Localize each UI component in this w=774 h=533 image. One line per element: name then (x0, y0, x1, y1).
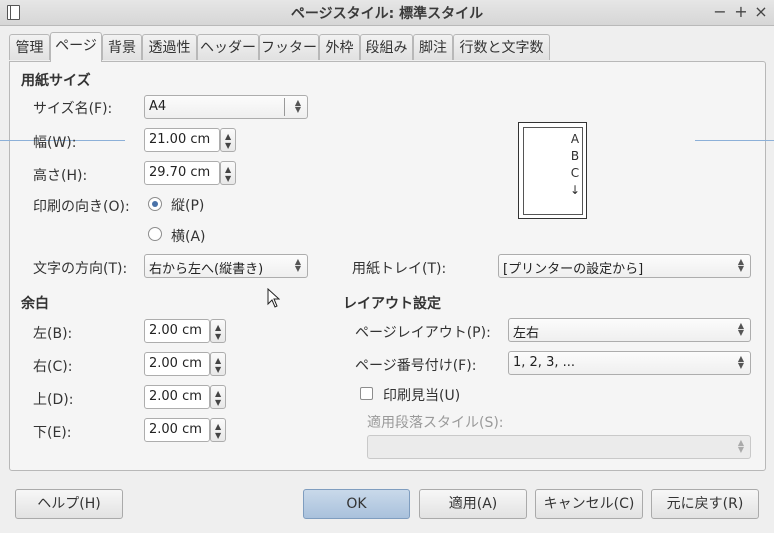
register-true-label[interactable]: 印刷見当(U) (383, 385, 460, 405)
paper-size-heading: 用紙サイズ (21, 73, 91, 89)
tab-borders[interactable]: 外枠 (319, 34, 360, 60)
height-label: 高さ(H): (33, 168, 88, 184)
ok-button[interactable]: OK (303, 489, 410, 519)
margin-left-label: 左(B): (33, 326, 73, 342)
margin-bottom-input[interactable]: 2.00 cm (144, 418, 210, 442)
margin-top-value: 2.00 cm (149, 389, 202, 404)
margin-right-stepper[interactable]: ▲ ▼ (210, 352, 226, 376)
guide-line-right (695, 140, 774, 141)
page-layout-select[interactable]: 左右 ▲ ▼ (508, 318, 751, 342)
reference-style-label: 適用段落スタイル(S): (367, 415, 504, 431)
height-stepper[interactable]: ▲ ▼ (220, 161, 236, 185)
tab-page[interactable]: ページ (50, 32, 102, 62)
reference-style-select[interactable]: ▲ ▼ (367, 435, 751, 459)
chevron-updown-icon: ▲ ▼ (294, 257, 301, 273)
orientation-label: 印刷の向き(O): (33, 199, 130, 215)
apply-button[interactable]: 適用(A) (419, 489, 527, 519)
paper-tray-label: 用紙トレイ(T): (352, 261, 447, 277)
size-name-label: サイズ名(F): (33, 101, 113, 117)
text-direction-label: 文字の方向(T): (33, 261, 128, 277)
chevron-updown-icon: ▲ ▼ (737, 321, 744, 337)
tab-footer[interactable]: フッター (259, 34, 319, 60)
mouse-pointer-icon (267, 288, 280, 308)
tab-transparency[interactable]: 透過性 (142, 34, 197, 60)
page-numbering-select[interactable]: 1, 2, 3, ... ▲ ▼ (508, 351, 751, 375)
width-label: 幅(W): (33, 135, 77, 151)
tab-text-grid[interactable]: 行数と文字数 (453, 34, 550, 60)
cancel-button[interactable]: キャンセル(C) (535, 489, 643, 519)
chevron-updown-icon: ▲ ▼ (737, 257, 744, 273)
margin-right-label: 右(C): (33, 359, 73, 375)
down-arrow-icon: ↓ (569, 183, 581, 197)
margin-left-input[interactable]: 2.00 cm (144, 319, 210, 343)
width-value: 21.00 cm (149, 132, 211, 147)
tab-footnote[interactable]: 脚注 (413, 34, 453, 60)
portrait-label[interactable]: 縦(P) (171, 195, 204, 215)
margin-left-stepper[interactable]: ▲ ▼ (210, 319, 226, 343)
preview-letter: C (570, 166, 580, 180)
margin-bottom-stepper[interactable]: ▲ ▼ (210, 418, 226, 442)
minimize-button[interactable]: − (711, 2, 729, 22)
margin-top-stepper[interactable]: ▲ ▼ (210, 385, 226, 409)
chevron-updown-icon: ▲ ▼ (294, 98, 301, 114)
tab-header[interactable]: ヘッダー (197, 34, 259, 60)
chevron-updown-icon: ▲ ▼ (737, 438, 744, 454)
height-value: 29.70 cm (149, 165, 211, 180)
preview-text-column: A B C ↓ (569, 131, 581, 199)
margins-heading: 余白 (21, 296, 49, 312)
margin-left-value: 2.00 cm (149, 323, 202, 338)
margin-right-input[interactable]: 2.00 cm (144, 352, 210, 376)
paper-tray-value: [プリンターの設定から] (503, 262, 644, 277)
margin-top-label: 上(D): (33, 392, 74, 408)
window-title: ページスタイル: 標準スタイル (290, 6, 484, 22)
margin-bottom-label: 下(E): (33, 425, 72, 441)
select-divider (284, 98, 285, 116)
height-input[interactable]: 29.70 cm (144, 161, 220, 185)
page-numbering-value: 1, 2, 3, ... (513, 355, 576, 370)
width-stepper[interactable]: ▲ ▼ (220, 128, 236, 152)
layout-settings-heading: レイアウト設定 (343, 296, 441, 312)
margin-right-value: 2.00 cm (149, 356, 202, 371)
register-true-checkbox[interactable] (360, 387, 373, 400)
text-direction-value: 右から左へ(縦書き) (149, 262, 264, 277)
maximize-button[interactable]: + (732, 2, 750, 22)
page-preview: A B C ↓ (518, 122, 587, 219)
portrait-radio[interactable] (148, 197, 162, 211)
margin-top-input[interactable]: 2.00 cm (144, 385, 210, 409)
landscape-radio[interactable] (148, 227, 162, 241)
chevron-updown-icon: ▲ ▼ (737, 354, 744, 370)
size-name-select[interactable]: A4 ▲ ▼ (144, 95, 308, 119)
tab-columns[interactable]: 段組み (360, 34, 413, 60)
preview-letter: B (570, 149, 580, 163)
help-button[interactable]: ヘルプ(H) (15, 489, 123, 519)
tab-manage[interactable]: 管理 (9, 34, 50, 60)
reset-button[interactable]: 元に戻す(R) (651, 489, 759, 519)
size-name-value: A4 (149, 99, 167, 114)
close-button[interactable]: × (752, 2, 770, 22)
preview-letter: A (570, 132, 580, 146)
landscape-label[interactable]: 横(A) (171, 226, 206, 246)
paper-tray-select[interactable]: [プリンターの設定から] ▲ ▼ (498, 254, 751, 278)
page-layout-value: 左右 (513, 326, 540, 341)
width-input[interactable]: 21.00 cm (144, 128, 220, 152)
page-layout-label: ページレイアウト(P): (355, 325, 491, 341)
page-numbering-label: ページ番号付け(F): (355, 358, 477, 374)
tab-background[interactable]: 背景 (102, 34, 142, 60)
margin-bottom-value: 2.00 cm (149, 422, 202, 437)
text-direction-select[interactable]: 右から左へ(縦書き) ▲ ▼ (144, 254, 308, 278)
